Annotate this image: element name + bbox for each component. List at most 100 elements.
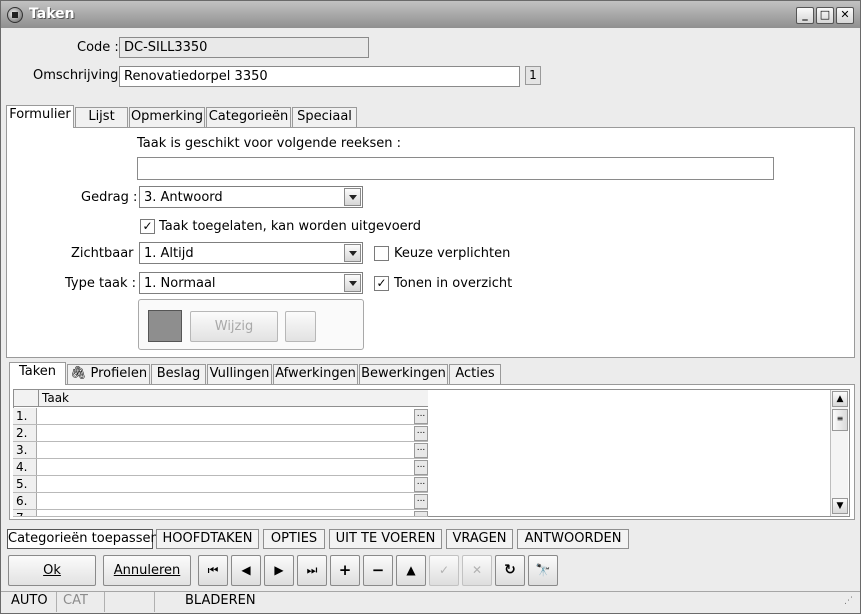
undo-button[interactable]: ✕ [462,555,492,586]
code-field[interactable]: DC-SILL3350 [119,37,369,58]
color-swatch[interactable] [148,310,182,342]
table-row[interactable]: 5.... [13,476,428,493]
resize-grip-icon[interactable]: ⋰ [844,597,857,610]
toegelaten-label: Taak toegelaten, kan worden uitgevoerd [159,219,422,234]
categorieen-toepassen-button[interactable]: Categorieën toepassen [7,529,159,549]
tab-opmerking[interactable]: Opmerking [129,107,205,127]
zichtbaar-value: 1. Altijd [144,246,194,261]
tab-speciaal[interactable]: Speciaal [292,107,357,127]
last-record-button[interactable]: ⏭ [297,555,327,586]
subtab-taken[interactable]: Taken [9,362,66,385]
move-up-button[interactable]: ▲ [396,555,426,586]
app-icon[interactable] [7,7,23,23]
reeksen-label: Taak is geschikt voor volgende reeksen : [137,136,401,151]
close-icon: ✕ [840,8,850,21]
row-number: 3. [13,442,37,458]
opties-button[interactable]: OPTIES [263,529,325,549]
chevron-down-icon[interactable] [344,274,361,292]
annuleren-button[interactable]: Annuleren [103,555,191,586]
scroll-up-button[interactable]: ▲ [832,391,848,407]
check-icon: ✓ [438,563,450,577]
reeksen-field[interactable] [137,157,774,180]
code-label: Code : [77,40,119,55]
subtab-beslag[interactable]: Beslag [151,364,206,384]
grip-icon: ≡ [836,414,844,423]
window: Taken _ □ ✕ Code : DC-SILL3350 Omschrijv… [0,0,861,614]
uit-te-voeren-button[interactable]: UIT TE VOEREN [329,529,442,549]
zichtbaar-label: Zichtbaar : [71,246,143,261]
row-ellipsis-button[interactable]: ... [414,494,428,509]
tonen-checkbox[interactable]: ✓ [374,276,389,291]
tab-categorieen[interactable]: Categorieën [206,107,291,127]
subtab-acties[interactable]: Acties [449,364,501,384]
hoofdtaken-button[interactable]: HOOFDTAKEN [156,529,259,549]
next-record-button[interactable]: ▶ [264,555,294,586]
chevron-down-icon: ▼ [836,501,844,511]
first-record-button[interactable]: ⏮ [198,555,228,586]
refresh-button[interactable]: ↻ [495,555,525,586]
row-ellipsis-button[interactable]: ... [414,409,428,424]
subtab-afwerkingen[interactable]: Afwerkingen [273,364,358,384]
search-button[interactable]: 🔭 [528,555,558,586]
grid-column-taak[interactable]: Taak [42,391,69,405]
omschrijving-field[interactable]: Renovatiedorpel 3350 [119,66,520,87]
scroll-thumb[interactable]: ≡ [832,409,848,431]
antwoorden-button[interactable]: ANTWOORDEN [517,529,629,549]
maximize-button[interactable]: □ [816,7,834,24]
status-auto: AUTO [5,592,57,612]
vragen-button[interactable]: VRAGEN [446,529,513,549]
table-row[interactable]: 3.... [13,442,428,459]
minimize-button[interactable]: _ [796,7,814,24]
subtab-profielen[interactable]: 🖇 Profielen [67,364,150,384]
language-count-badge[interactable]: 1 [525,66,541,85]
table-row[interactable]: 6.... [13,493,428,510]
confirm-button[interactable]: ✓ [429,555,459,586]
keuze-checkbox[interactable] [374,246,389,261]
cross-icon: ✕ [471,563,483,577]
previous-record-button[interactable]: ◀ [231,555,261,586]
row-ellipsis-button[interactable]: ... [414,443,428,458]
gedrag-label: Gedrag : [81,190,138,205]
grid-scrollbar[interactable]: ▲ ≡ ▼ [830,390,848,516]
gedrag-select[interactable]: 3. Antwoord [139,186,363,208]
keuze-label: Keuze verplichten [394,246,511,261]
status-cat: CAT [57,592,105,612]
row-ellipsis-button[interactable]: ... [414,477,428,492]
paperclip-icon: 🖇 [69,366,87,381]
title-bar[interactable]: Taken _ □ ✕ [1,1,860,28]
extra-color-button[interactable] [285,311,316,342]
table-row[interactable]: 7.... [13,510,428,517]
tonen-label: Tonen in overzicht [394,276,513,291]
tab-formulier[interactable]: Formulier [6,105,74,128]
add-record-button[interactable]: + [330,555,360,586]
minimize-icon: _ [802,8,808,21]
row-ellipsis-button[interactable]: ... [414,426,428,441]
chevron-down-icon[interactable] [344,188,361,206]
zichtbaar-select[interactable]: 1. Altijd [139,242,363,264]
maximize-icon: □ [819,8,831,21]
row-ellipsis-button[interactable]: ... [414,460,428,475]
window-title: Taken [29,6,75,22]
status-mode: BLADEREN [185,593,256,608]
prev-icon: ◀ [241,563,251,577]
row-ellipsis-button[interactable]: ... [414,511,428,516]
delete-record-button[interactable]: − [363,555,393,586]
chevron-down-icon[interactable] [344,244,361,262]
close-button[interactable]: ✕ [836,7,854,24]
toegelaten-checkbox[interactable]: ✓ [140,219,155,234]
wijzig-button[interactable]: Wijzig [190,311,278,342]
row-number: 1. [13,408,37,424]
subtab-bewerkingen[interactable]: Bewerkingen [359,364,448,384]
row-number: 4. [13,459,37,475]
checkmark-icon: ✓ [376,276,387,290]
subtab-vullingen[interactable]: Vullingen [207,364,272,384]
table-row[interactable]: 2.... [13,425,428,442]
scroll-down-button[interactable]: ▼ [832,498,848,514]
tab-lijst[interactable]: Lijst [75,107,128,127]
up-icon: ▲ [406,563,416,577]
table-row[interactable]: 1.... [13,408,428,425]
next-icon: ▶ [274,563,284,577]
ok-button[interactable]: Ok [8,555,96,586]
type-taak-select[interactable]: 1. Normaal [139,272,363,294]
table-row[interactable]: 4.... [13,459,428,476]
